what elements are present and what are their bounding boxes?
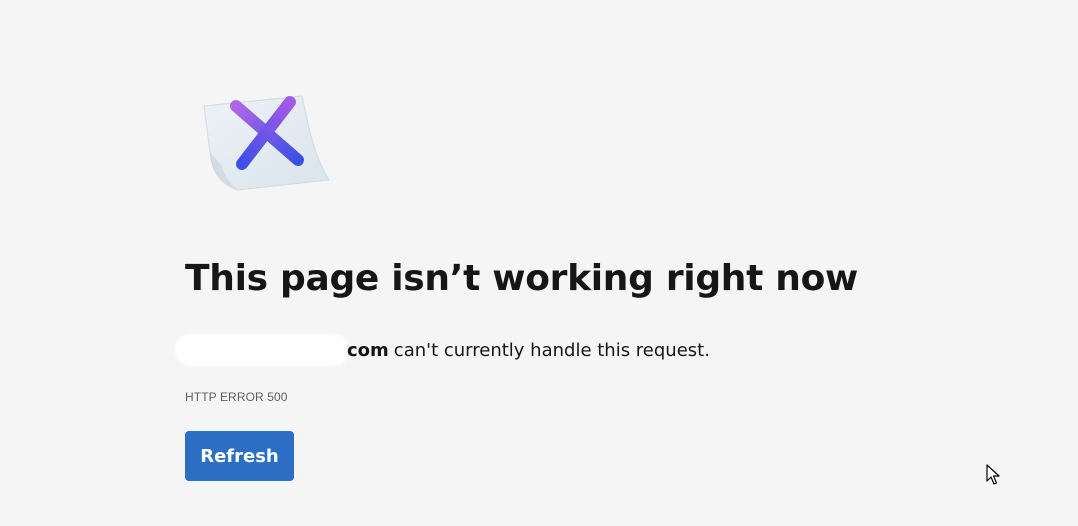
mouse-cursor-icon bbox=[986, 464, 1000, 485]
page-title: This page isn’t working right now bbox=[185, 258, 858, 299]
error-code: HTTP ERROR 500 bbox=[185, 390, 288, 404]
error-illustration bbox=[198, 92, 332, 194]
redacted-domain bbox=[177, 336, 347, 364]
error-message: com can't currently handle this request. bbox=[177, 336, 710, 364]
error-message-text: can't currently handle this request. bbox=[393, 339, 710, 361]
refresh-button[interactable]: Refresh bbox=[185, 431, 294, 481]
error-x-icon bbox=[203, 95, 330, 191]
domain-suffix: com bbox=[347, 339, 389, 361]
